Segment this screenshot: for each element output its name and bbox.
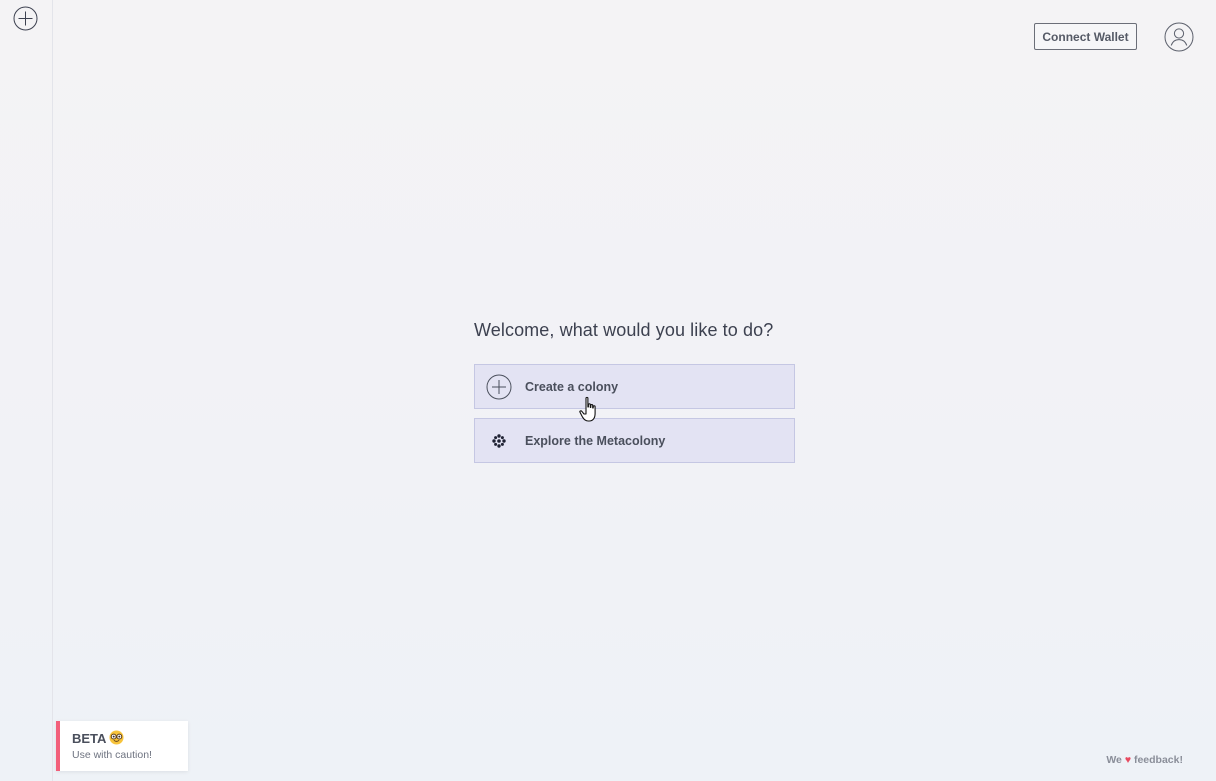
welcome-heading: Welcome, what would you like to do? bbox=[474, 320, 774, 340]
metacolony-icon bbox=[486, 428, 512, 454]
plus-circle-icon bbox=[486, 374, 512, 400]
nerd-face-icon bbox=[109, 730, 124, 745]
beta-subtitle: Use with caution! bbox=[72, 749, 152, 761]
explore-metacolony-label: Explore the Metacolony bbox=[525, 433, 666, 448]
feedback-prefix: We bbox=[1106, 754, 1122, 766]
beta-banner: BETA Use with caution! bbox=[56, 721, 188, 771]
connect-wallet-button[interactable]: Connect Wallet bbox=[1034, 23, 1137, 50]
create-colony-label: Create a colony bbox=[525, 379, 619, 394]
user-avatar-icon[interactable] bbox=[1164, 22, 1194, 52]
feedback-suffix: feedback! bbox=[1133, 754, 1183, 766]
explore-metacolony-button[interactable]: Explore the Metacolony bbox=[474, 418, 795, 463]
beta-title: BETA bbox=[72, 730, 124, 746]
heart-icon: ♥ bbox=[1124, 754, 1132, 766]
beta-accent-bar bbox=[56, 721, 60, 771]
create-colony-button[interactable]: Create a colony bbox=[474, 364, 795, 409]
plus-circle-icon[interactable] bbox=[13, 6, 38, 31]
sidebar bbox=[0, 0, 53, 781]
beta-title-text: BETA bbox=[72, 731, 107, 746]
feedback-link[interactable]: We ♥ feedback! bbox=[1106, 754, 1183, 766]
